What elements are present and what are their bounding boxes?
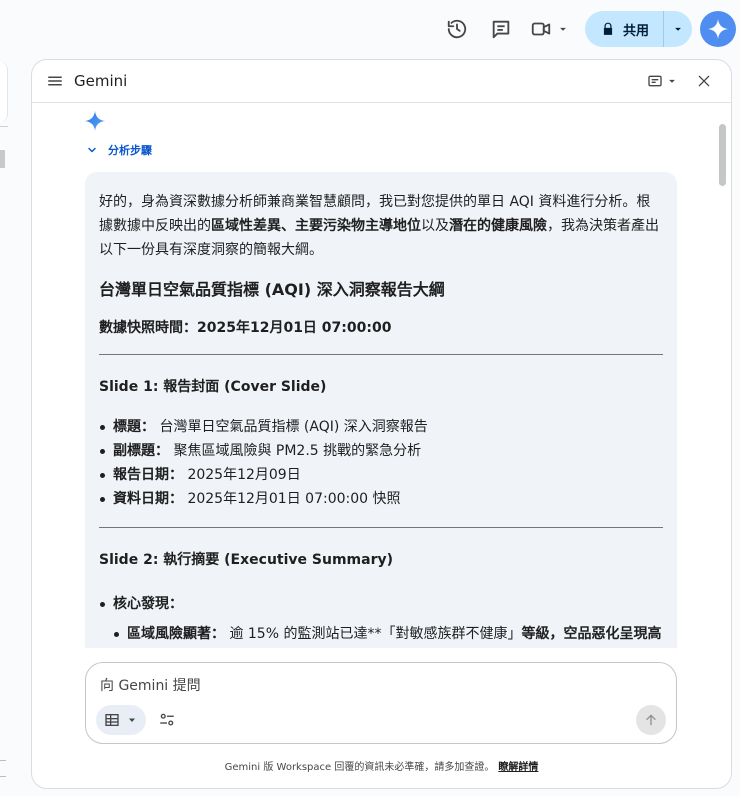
table-icon bbox=[105, 714, 119, 726]
item-value: 逾 15% 的監測站已達**「對敏感族群不健康」 bbox=[225, 626, 522, 642]
intro-bold-text: 潛在的健康風險 bbox=[449, 218, 547, 234]
intro-text: 以及 bbox=[421, 218, 449, 234]
report-title: 台灣單日空氣品質指標 (AQI) 深入洞察報告大綱 bbox=[99, 280, 445, 299]
disclaimer-footer: Gemini 版 Workspace 回覆的資訊未必準確，請多加查證。 瞭解詳情 bbox=[32, 758, 731, 773]
chevron-down-icon bbox=[669, 79, 675, 83]
item-label: 副標題： bbox=[113, 443, 169, 459]
send-button[interactable] bbox=[636, 705, 666, 735]
lock-icon bbox=[603, 22, 613, 35]
list-item: 報告日期： 2025年12月09日 bbox=[99, 463, 663, 487]
gemini-toggle-button[interactable] bbox=[700, 11, 736, 47]
item-label: 核心發現： bbox=[113, 596, 183, 612]
prompt-input-box[interactable]: 向 Gemini 提問 bbox=[85, 662, 677, 744]
gemini-sparkle-icon bbox=[84, 110, 106, 132]
close-icon bbox=[698, 75, 710, 87]
snapshot-time: 數據快照時間：2025年12月01日 07:00:00 bbox=[99, 320, 392, 336]
divider bbox=[99, 354, 663, 355]
item-label: 報告日期： bbox=[113, 467, 183, 483]
comment-icon[interactable] bbox=[481, 9, 521, 49]
slide-2-sublist: 區域風險顯著： 逾 15% 的監測站已達**「對敏感族群不健康」等級，空品惡化呈… bbox=[99, 622, 663, 646]
intro-paragraph: 好的，身為資深數據分析師兼商業智慧顧問，我已對您提供的單日 AQI 資料進行分析… bbox=[99, 190, 663, 262]
list-item: 資料日期： 2025年12月01日 07:00:00 快照 bbox=[99, 487, 663, 511]
item-value: 2025年12月01日 07:00:00 快照 bbox=[183, 491, 401, 507]
menu-icon[interactable] bbox=[46, 72, 64, 90]
close-button[interactable] bbox=[687, 64, 721, 98]
item-label: 資料日期： bbox=[113, 491, 183, 507]
analysis-steps-toggle[interactable]: 分析步驟 bbox=[86, 142, 152, 158]
share-label: 共用 bbox=[622, 23, 649, 39]
chevron-down-icon bbox=[675, 27, 681, 31]
panel-header: Gemini bbox=[32, 60, 731, 103]
response-message: 好的，身為資深數據分析師兼商業智慧顧問，我已對您提供的單日 AQI 資料進行分析… bbox=[85, 172, 677, 648]
gemini-panel: Gemini 分析步驟 好的，身為資深數據分析師兼商業智慧顧問，我已對您提供的單… bbox=[31, 59, 732, 789]
gemini-sparkle-icon bbox=[707, 18, 729, 40]
item-value: 2025年12月09日 bbox=[183, 467, 301, 483]
chevron-down-icon bbox=[129, 718, 135, 722]
panel-view-icon bbox=[648, 75, 662, 87]
left-edge-divider bbox=[0, 126, 8, 127]
item-bold-value: 等級，空品惡化呈現高 bbox=[521, 626, 662, 642]
slide-1-list: 標題： 台灣單日空氣品質指標 (AQI) 深入洞察報告 副標題： 聚焦區域風險與… bbox=[99, 415, 663, 511]
video-call-button[interactable] bbox=[523, 9, 577, 49]
share-button[interactable]: 共用 bbox=[585, 11, 664, 47]
analysis-steps-label: 分析步驟 bbox=[108, 144, 152, 157]
prompt-input[interactable]: 向 Gemini 提問 bbox=[100, 675, 201, 695]
chevron-down-icon bbox=[560, 27, 566, 31]
left-edge-divider bbox=[0, 776, 6, 777]
list-item: 副標題： 聚焦區域風險與 PM2.5 挑戰的緊急分析 bbox=[99, 439, 663, 463]
chevron-down-icon bbox=[88, 147, 96, 153]
item-value: 聚焦區域風險與 PM2.5 挑戰的緊急分析 bbox=[169, 443, 422, 459]
share-button-group: 共用 bbox=[584, 11, 692, 47]
left-edge-divider bbox=[0, 760, 6, 761]
top-toolbar: 共用 bbox=[0, 0, 740, 58]
video-icon bbox=[531, 22, 551, 36]
list-item: 標題： 台灣單日空氣品質指標 (AQI) 深入洞察報告 bbox=[99, 415, 663, 439]
item-value: 台灣單日空氣品質指標 (AQI) 深入洞察報告 bbox=[155, 419, 428, 435]
left-edge-panel bbox=[0, 62, 8, 122]
item-label: 標題： bbox=[113, 419, 155, 435]
list-item: 核心發現： bbox=[99, 592, 663, 616]
list-item: 區域風險顯著： 逾 15% 的監測站已達**「對敏感族群不健康」等級，空品惡化呈… bbox=[99, 622, 663, 646]
scrollbar-thumb[interactable] bbox=[719, 124, 726, 186]
history-icon[interactable] bbox=[437, 9, 477, 49]
view-mode-button[interactable] bbox=[643, 66, 683, 96]
slide-2-title: Slide 2: 執行摘要 (Executive Summary) bbox=[99, 552, 393, 568]
tools-button[interactable] bbox=[158, 711, 176, 733]
share-options-button[interactable] bbox=[664, 11, 692, 47]
slide-2-list: 核心發現： bbox=[99, 592, 663, 616]
divider bbox=[99, 527, 663, 528]
item-label: 區域風險顯著： bbox=[127, 626, 225, 642]
disclaimer-text: Gemini 版 Workspace 回覆的資訊未必準確，請多加查證。 bbox=[224, 762, 495, 773]
arrow-up-icon bbox=[646, 714, 656, 726]
table-tool-button[interactable] bbox=[96, 705, 146, 735]
panel-title: Gemini bbox=[74, 72, 128, 90]
left-edge-marker bbox=[0, 150, 5, 168]
learn-more-link[interactable]: 瞭解詳情 bbox=[498, 762, 538, 773]
tune-icon bbox=[160, 713, 174, 726]
intro-bold-text: 區域性差異、主要污染物主導地位 bbox=[211, 218, 421, 234]
slide-1-title: Slide 1: 報告封面 (Cover Slide) bbox=[99, 379, 327, 395]
